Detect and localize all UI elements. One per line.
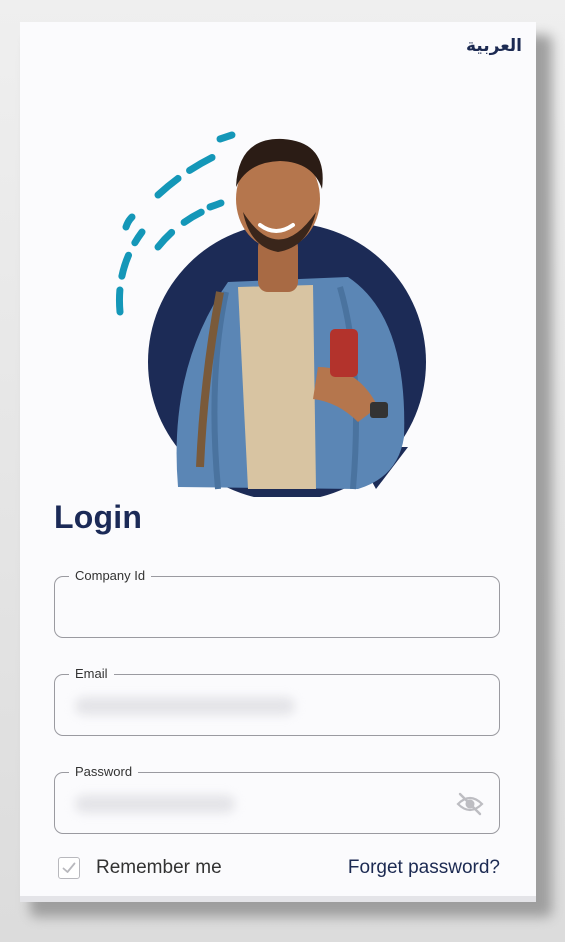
redacted-password-value <box>75 795 235 813</box>
email-field[interactable]: Email <box>54 665 500 736</box>
smartphone-image <box>330 329 358 377</box>
password-field[interactable]: Password <box>54 763 500 834</box>
remember-me-label: Remember me <box>96 857 222 878</box>
email-label: Email <box>69 665 114 683</box>
remember-me-checkbox[interactable]: Remember me <box>58 854 222 882</box>
bottom-edge <box>20 896 536 902</box>
redacted-email-value <box>75 697 295 715</box>
company-id-input[interactable] <box>71 595 447 623</box>
company-id-label: Company Id <box>69 567 152 585</box>
hero-illustration <box>116 131 426 497</box>
language-toggle[interactable]: العربية <box>466 36 522 56</box>
checkbox-box[interactable] <box>58 857 80 879</box>
eye-off-icon[interactable] <box>455 791 485 817</box>
forget-password-link[interactable]: Forget password? <box>348 857 500 879</box>
login-screen: العربية Login Company Id Email Password … <box>20 22 536 902</box>
page-title: Login <box>54 499 143 535</box>
password-label: Password <box>69 763 139 781</box>
check-icon <box>62 862 76 873</box>
company-id-field[interactable]: Company Id <box>54 567 500 638</box>
